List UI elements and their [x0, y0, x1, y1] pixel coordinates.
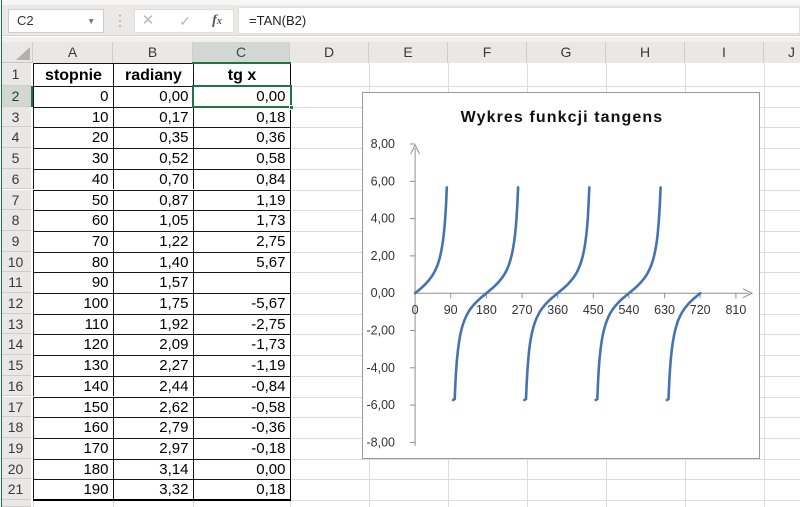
svg-text:8,00: 8,00 — [371, 137, 395, 151]
svg-text:-2,00: -2,00 — [367, 324, 396, 338]
svg-text:180: 180 — [476, 303, 497, 317]
svg-text:630: 630 — [654, 303, 675, 317]
svg-text:6,00: 6,00 — [371, 174, 395, 188]
svg-text:-4,00: -4,00 — [367, 361, 396, 375]
svg-text:720: 720 — [690, 303, 711, 317]
svg-text:270: 270 — [512, 303, 533, 317]
svg-text:-8,00: -8,00 — [367, 435, 396, 449]
svg-text:-6,00: -6,00 — [367, 398, 396, 412]
svg-text:4,00: 4,00 — [371, 212, 395, 226]
svg-text:450: 450 — [583, 303, 604, 317]
svg-text:0,00: 0,00 — [371, 286, 395, 300]
svg-text:360: 360 — [547, 303, 568, 317]
svg-text:540: 540 — [618, 303, 639, 317]
svg-text:2,00: 2,00 — [371, 249, 395, 263]
svg-text:810: 810 — [725, 303, 746, 317]
svg-text:90: 90 — [444, 303, 458, 317]
svg-text:0: 0 — [412, 303, 419, 317]
